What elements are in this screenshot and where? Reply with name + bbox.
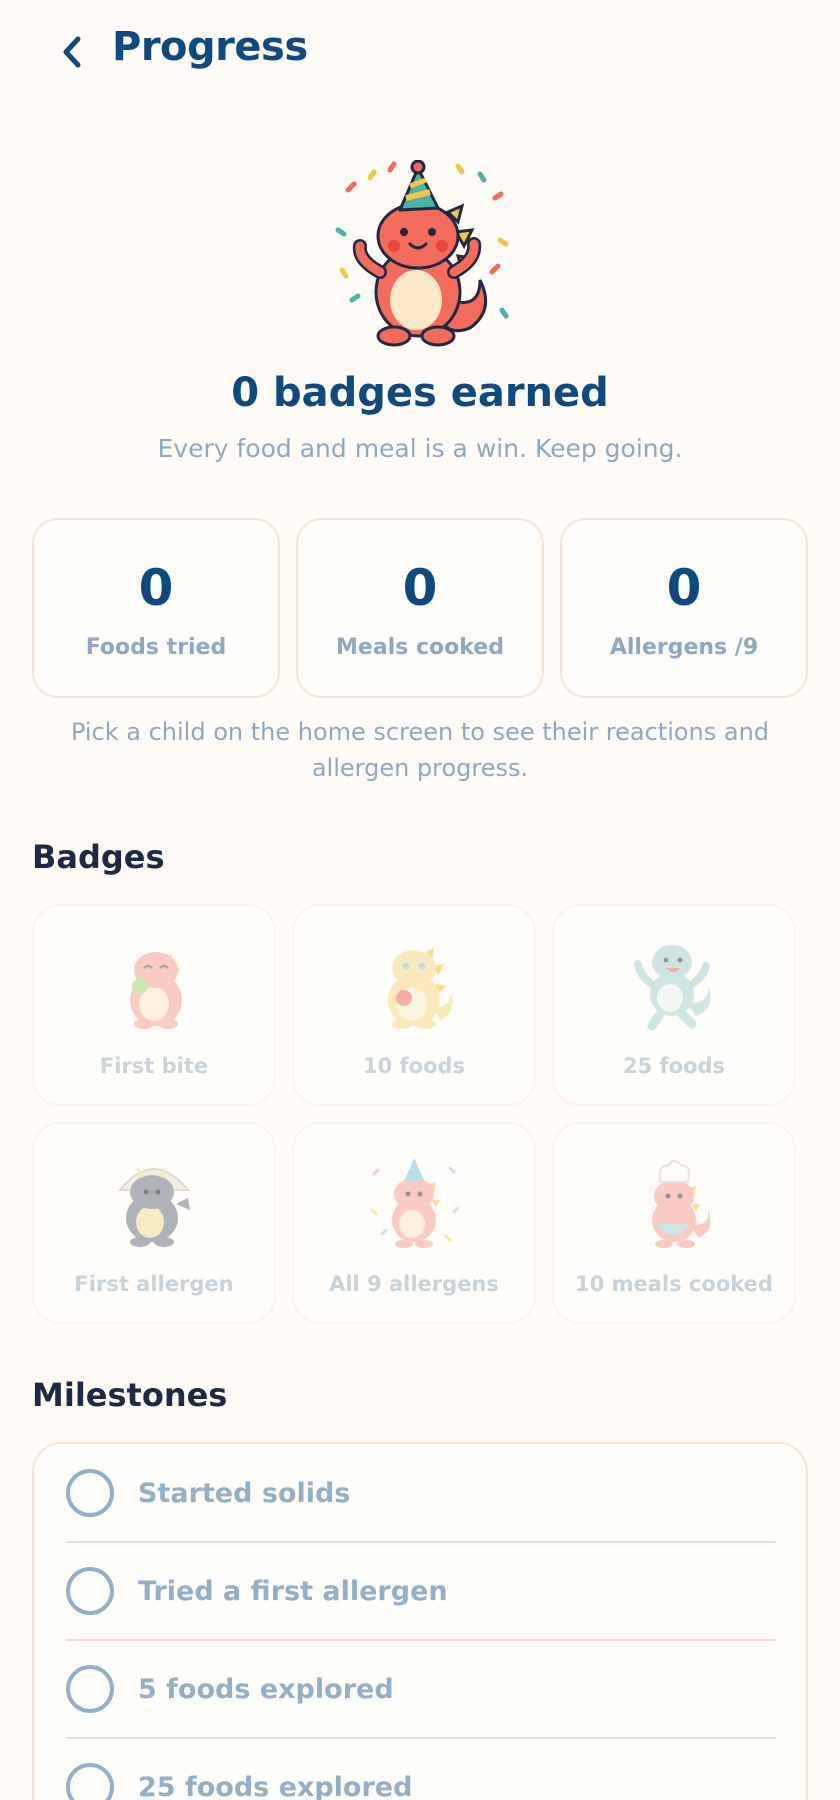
unchecked-circle-icon[interactable] bbox=[66, 1469, 114, 1517]
badge-first-bite[interactable]: First bite bbox=[32, 904, 276, 1106]
badge-10-foods[interactable]: 10 foods bbox=[292, 904, 536, 1106]
unchecked-circle-icon[interactable] bbox=[66, 1665, 114, 1713]
stat-value: 0 bbox=[138, 558, 174, 617]
badge-label: First allergen bbox=[74, 1272, 234, 1296]
badge-10-meals-cooked[interactable]: 10 meals cooked bbox=[552, 1122, 796, 1324]
dino-triceratops-icon bbox=[117, 1166, 191, 1247]
stat-value: 0 bbox=[402, 558, 438, 617]
stat-label: Foods tried bbox=[85, 634, 227, 660]
stat-card-allergens: 0 Allergens /9 bbox=[560, 518, 808, 698]
milestone-label: Tried a first allergen bbox=[138, 1575, 448, 1607]
badges-section-title: Badges bbox=[32, 838, 165, 876]
page-title: Progress bbox=[112, 24, 308, 70]
badges-earned-subtitle: Every food and meal is a win. Keep going… bbox=[157, 434, 683, 463]
dino-party-icon bbox=[335, 160, 509, 347]
back-button[interactable] bbox=[52, 30, 92, 74]
unchecked-circle-icon[interactable] bbox=[66, 1763, 114, 1800]
badges-grid: First bite 10 foods 25 foods First aller… bbox=[32, 904, 800, 1324]
dino-jumping-icon bbox=[634, 945, 711, 1031]
badge-first-allergen[interactable]: First allergen bbox=[32, 1122, 276, 1324]
chevron-left-icon bbox=[63, 36, 81, 68]
dino-heart-eyes-icon bbox=[388, 948, 453, 1029]
milestone-label: 25 foods explored bbox=[138, 1771, 413, 1800]
milestone-label: 5 foods explored bbox=[138, 1673, 394, 1705]
dino-eating-icon bbox=[130, 952, 182, 1029]
child-selection-hint: Pick a child on the home screen to see t… bbox=[70, 718, 770, 782]
badge-label: All 9 allergens bbox=[329, 1272, 499, 1296]
badge-label: 10 meals cooked bbox=[575, 1272, 773, 1296]
dino-party-icon bbox=[370, 1158, 460, 1248]
app-header: Progress bbox=[0, 0, 840, 104]
badge-25-foods[interactable]: 25 foods bbox=[552, 904, 796, 1106]
milestone-label: Started solids bbox=[138, 1477, 351, 1509]
stat-label: Allergens /9 bbox=[609, 634, 759, 660]
stat-label: Meals cooked bbox=[336, 634, 504, 660]
milestone-item[interactable]: 5 foods explored bbox=[66, 1640, 776, 1738]
badges-earned-title: 0 badges earned bbox=[231, 370, 609, 416]
badge-label: 10 foods bbox=[362, 1054, 466, 1078]
dino-chef-icon bbox=[652, 1160, 711, 1248]
stat-card-foods-tried: 0 Foods tried bbox=[32, 518, 280, 698]
hero-dino-illustration bbox=[0, 160, 840, 360]
badge-label: 25 foods bbox=[622, 1054, 726, 1078]
stats-row: 0 Foods tried 0 Meals cooked 0 Allergens… bbox=[32, 518, 808, 698]
milestones-card: Started solids Tried a first allergen 5 … bbox=[32, 1442, 808, 1800]
stat-value: 0 bbox=[666, 558, 702, 617]
badge-label: First bite bbox=[99, 1054, 209, 1078]
stat-card-meals-cooked: 0 Meals cooked bbox=[296, 518, 544, 698]
badge-all-9-allergens[interactable]: All 9 allergens bbox=[292, 1122, 536, 1324]
unchecked-circle-icon[interactable] bbox=[66, 1567, 114, 1615]
milestones-section-title: Milestones bbox=[32, 1376, 228, 1414]
milestone-item[interactable]: 25 foods explored bbox=[66, 1738, 776, 1800]
milestone-item[interactable]: Started solids bbox=[66, 1444, 776, 1542]
milestone-item[interactable]: Tried a first allergen bbox=[66, 1542, 776, 1640]
